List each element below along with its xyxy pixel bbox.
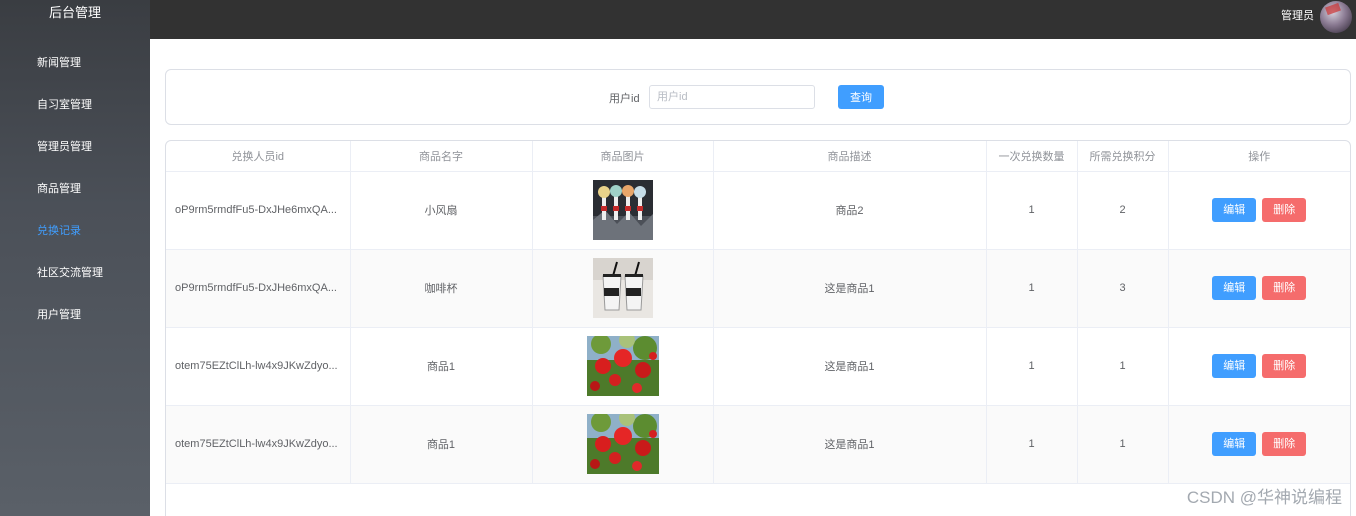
table-row: oP9rm5rmdfFu5-DxJHe6mxQA... 小风扇 商品2 1 2 … xyxy=(166,171,1350,250)
cell-user-id: otem75EZtClLh-lw4x9JKwZdyo... xyxy=(166,327,351,406)
edit-button[interactable]: 编辑 xyxy=(1212,276,1257,300)
watermark: CSDN @华神说编程 xyxy=(1186,488,1342,507)
cell-user-id: oP9rm5rmdfFu5-DxJHe6mxQA... xyxy=(166,249,351,328)
delete-button[interactable]: 删除 xyxy=(1262,354,1307,378)
cell-product-desc: 商品2 xyxy=(713,171,987,250)
cell-product-image xyxy=(532,249,714,328)
user-name[interactable]: 管理员 xyxy=(1281,9,1314,23)
avatar[interactable] xyxy=(1320,1,1352,33)
edit-button[interactable]: 编辑 xyxy=(1212,354,1257,378)
sidebar-menu: 新闻管理 自习室管理 管理员管理 商品管理 兑换记录 社区交流管理 用户管理 xyxy=(0,42,150,336)
cell-actions: 编辑 删除 xyxy=(1168,405,1350,484)
cell-product-image xyxy=(532,405,714,484)
sidebar-item-users[interactable]: 用户管理 xyxy=(0,294,150,336)
column-header-actions: 操作 xyxy=(1168,141,1350,172)
cell-actions: 编辑 删除 xyxy=(1168,171,1350,250)
fans-photo xyxy=(592,180,653,240)
table-row: otem75EZtClLh-lw4x9JKwZdyo... 商品1 这是商品1 … xyxy=(166,405,1350,484)
cell-product-desc: 这是商品1 xyxy=(713,249,987,328)
cell-product-desc: 这是商品1 xyxy=(713,405,987,484)
cell-product-name: 咖啡杯 xyxy=(350,249,533,328)
sidebar-item-exchange-records[interactable]: 兑换记录 xyxy=(0,210,150,252)
query-button[interactable]: 查询 xyxy=(838,85,884,109)
column-header-user-id: 兑换人员id xyxy=(166,141,351,172)
cell-quantity: 1 xyxy=(986,405,1078,484)
column-header-points: 所需兑换积分 xyxy=(1077,141,1169,172)
delete-button[interactable]: 删除 xyxy=(1262,276,1307,300)
cell-product-image xyxy=(532,171,714,250)
exchange-records-table: 兑换人员id 商品名字 商品图片 商品描述 一次兑换数量 所需兑换积分 操作 o… xyxy=(165,140,1351,516)
delete-button[interactable]: 删除 xyxy=(1262,432,1307,456)
cell-user-id: oP9rm5rmdfFu5-DxJHe6mxQA... xyxy=(166,171,351,250)
cell-points: 2 xyxy=(1077,171,1169,250)
edit-button[interactable]: 编辑 xyxy=(1212,432,1257,456)
sidebar-item-news[interactable]: 新闻管理 xyxy=(0,42,150,84)
table-row: otem75EZtClLh-lw4x9JKwZdyo... 商品1 这是商品1 … xyxy=(166,327,1350,406)
cell-points: 1 xyxy=(1077,327,1169,406)
column-header-product-image: 商品图片 xyxy=(532,141,714,172)
cell-user-id: otem75EZtClLh-lw4x9JKwZdyo... xyxy=(166,405,351,484)
flowers-photo xyxy=(586,336,659,396)
search-panel: 用户id 查询 xyxy=(165,69,1351,125)
cell-product-name: 小风扇 xyxy=(350,171,533,250)
top-bar: 管理员 xyxy=(150,0,1356,39)
flowers-photo xyxy=(586,414,659,474)
cell-product-name: 商品1 xyxy=(350,327,533,406)
column-header-product-desc: 商品描述 xyxy=(713,141,987,172)
edit-button[interactable]: 编辑 xyxy=(1212,198,1257,222)
sidebar-item-community[interactable]: 社区交流管理 xyxy=(0,252,150,294)
cell-actions: 编辑 删除 xyxy=(1168,249,1350,328)
user-id-search-input[interactable] xyxy=(649,85,815,109)
cell-actions: 编辑 删除 xyxy=(1168,327,1350,406)
delete-button[interactable]: 删除 xyxy=(1262,198,1307,222)
column-header-product-name: 商品名字 xyxy=(350,141,533,172)
sidebar-item-admins[interactable]: 管理员管理 xyxy=(0,126,150,168)
cell-quantity: 1 xyxy=(986,171,1078,250)
cell-quantity: 1 xyxy=(986,249,1078,328)
cell-quantity: 1 xyxy=(986,327,1078,406)
column-header-quantity: 一次兑换数量 xyxy=(986,141,1078,172)
cups-photo xyxy=(592,258,653,318)
search-label: 用户id xyxy=(609,93,640,105)
app-title: 后台管理 xyxy=(48,5,101,20)
cell-points: 1 xyxy=(1077,405,1169,484)
cell-points: 3 xyxy=(1077,249,1169,328)
cell-product-name: 商品1 xyxy=(350,405,533,484)
cell-product-desc: 这是商品1 xyxy=(713,327,987,406)
sidebar: 后台管理 新闻管理 自习室管理 管理员管理 商品管理 兑换记录 社区交流管理 用… xyxy=(0,0,150,516)
sidebar-item-study-room[interactable]: 自习室管理 xyxy=(0,84,150,126)
table-row: oP9rm5rmdfFu5-DxJHe6mxQA... 咖啡杯 这是商品1 1 … xyxy=(166,249,1350,328)
sidebar-item-products[interactable]: 商品管理 xyxy=(0,168,150,210)
cell-product-image xyxy=(532,327,714,406)
table-header-row: 兑换人员id 商品名字 商品图片 商品描述 一次兑换数量 所需兑换积分 操作 xyxy=(166,141,1350,172)
